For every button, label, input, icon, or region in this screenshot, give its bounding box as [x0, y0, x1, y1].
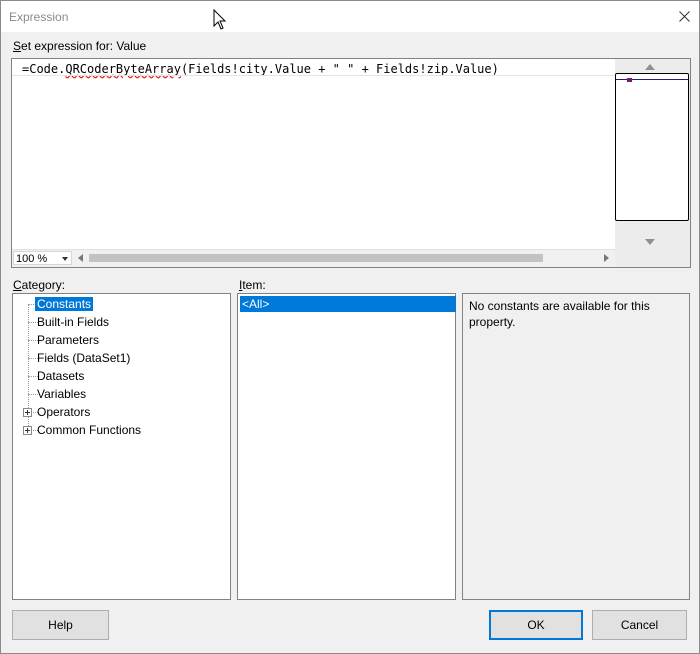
- zoom-value: 100 %: [16, 253, 48, 265]
- category-item-fields-dataset1[interactable]: Fields (DataSet1): [37, 350, 130, 367]
- scroll-right-icon[interactable]: [604, 254, 609, 262]
- item-list[interactable]: <All>: [237, 293, 456, 600]
- category-item-operators[interactable]: Operators: [37, 404, 90, 421]
- code-arguments: (Fields!city.Value + " " + Fields!zip.Va…: [180, 62, 499, 76]
- set-expression-label-accesskey: S: [13, 39, 22, 53]
- scroll-left-icon[interactable]: [78, 254, 83, 262]
- scrollbar-thumb[interactable]: [89, 254, 543, 262]
- cancel-button[interactable]: Cancel: [592, 610, 687, 640]
- horizontal-scrollbar[interactable]: 100 %: [12, 249, 615, 267]
- category-item-label: Built-in Fields: [37, 315, 110, 329]
- category-item-label: Variables: [37, 387, 87, 401]
- list-item-all[interactable]: <All>: [240, 296, 456, 312]
- category-item-built-in-fields[interactable]: Built-in Fields: [37, 314, 109, 331]
- ok-button[interactable]: OK: [489, 610, 583, 640]
- category-label-text: ategory:: [21, 278, 66, 292]
- code-overview-map[interactable]: [615, 73, 689, 221]
- category-item-variables[interactable]: Variables: [37, 386, 86, 403]
- category-item-label: Fields (DataSet1): [37, 351, 131, 365]
- overview-scroll-up-icon[interactable]: [645, 64, 655, 70]
- item-label: Item:: [239, 278, 266, 292]
- category-label: Category:: [13, 278, 65, 292]
- current-line-separator: [12, 75, 615, 76]
- zoom-select[interactable]: 100 %: [13, 251, 72, 265]
- expression-editor[interactable]: =Code.QRCoderByteArray(Fields!city.Value…: [11, 58, 691, 268]
- category-item-datasets[interactable]: Datasets: [37, 368, 84, 385]
- category-item-label: Datasets: [37, 369, 85, 383]
- category-item-common-functions[interactable]: Common Functions: [37, 422, 141, 439]
- category-tree[interactable]: Constants Built-in Fields Parameters Fie…: [12, 293, 231, 600]
- item-label-text: tem:: [242, 278, 266, 292]
- code-overview-panel[interactable]: [615, 59, 690, 267]
- chevron-down-icon: [62, 257, 68, 261]
- mouse-cursor-icon: [213, 9, 227, 30]
- description-text: No constants are available for this prop…: [469, 299, 650, 329]
- category-item-label: Operators: [37, 405, 91, 419]
- window-title: Expression: [9, 10, 69, 24]
- category-item-constants[interactable]: Constants: [35, 296, 94, 313]
- expression-dialog: Expression Set expression for: Value =Co…: [0, 0, 700, 654]
- close-icon: [678, 10, 690, 22]
- expand-plus-icon[interactable]: [23, 408, 32, 417]
- close-button[interactable]: [669, 1, 699, 31]
- overview-marker: [627, 78, 632, 82]
- category-item-label: Constants: [35, 297, 94, 311]
- overview-scroll-down-icon[interactable]: [645, 239, 655, 245]
- description-panel: No constants are available for this prop…: [462, 293, 690, 600]
- category-item-parameters[interactable]: Parameters: [37, 332, 99, 349]
- set-expression-label-text: et expression for: Value: [21, 39, 147, 53]
- category-label-accesskey: C: [13, 278, 22, 292]
- category-item-label: Parameters: [37, 333, 100, 347]
- code-prefix: =Code.: [22, 62, 66, 76]
- help-button[interactable]: Help: [12, 610, 109, 640]
- set-expression-label: Set expression for: Value: [13, 39, 146, 53]
- category-item-label: Common Functions: [37, 423, 142, 437]
- expand-plus-icon[interactable]: [23, 426, 32, 435]
- code-function-name: QRCoderByteArray: [65, 62, 181, 76]
- title-bar: Expression: [1, 1, 699, 32]
